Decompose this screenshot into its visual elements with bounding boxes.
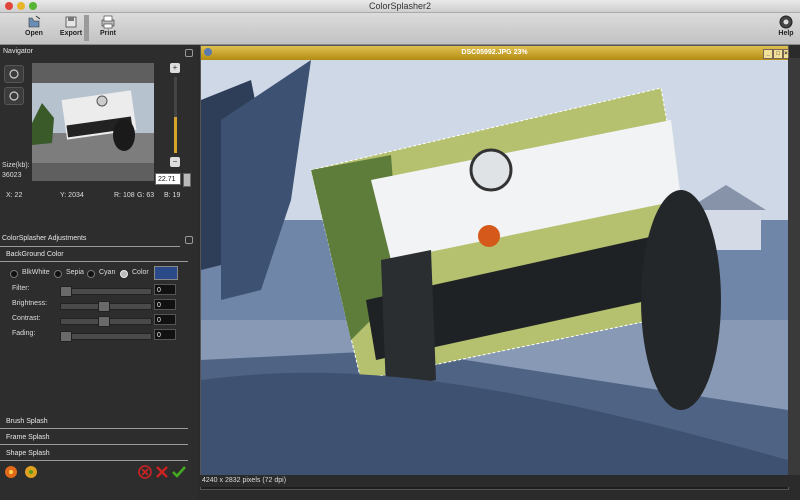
magnifier-plus-icon (9, 69, 19, 79)
adjustments-title: ColorSplasher Adjustments (2, 235, 87, 242)
left-panel: Navigator + − Size(kb): 36023 22.71 X: 2… (0, 45, 197, 500)
zoom-slider-fill (174, 117, 177, 153)
brush-tab-line (0, 428, 188, 429)
filter-value[interactable]: 0 (154, 284, 176, 295)
brightness-label: Brightness: (12, 300, 48, 307)
print-button[interactable]: Print (91, 15, 125, 37)
zoom-plus-button[interactable]: + (170, 63, 180, 73)
contrast-value[interactable]: 0 (154, 314, 176, 325)
zoom-percent-field[interactable]: 22.71 (155, 173, 181, 185)
export-label: Export (59, 30, 83, 37)
zoom-window-button[interactable] (29, 2, 37, 10)
navigator-title: Navigator (3, 48, 33, 55)
image-status-bar: 4240 x 2832 pixels (72 dpi) (200, 475, 789, 487)
navigator-thumbnail[interactable] (32, 63, 154, 181)
pixel-g: G: 63 (137, 192, 155, 199)
export-button[interactable]: Export (54, 15, 88, 37)
magnifier-minus-icon (9, 91, 19, 101)
print-label: Print (100, 30, 116, 37)
zoom-in-button[interactable] (4, 65, 24, 83)
size-label: Size(kb): (2, 162, 30, 169)
accept-check-icon[interactable] (172, 465, 186, 479)
color-swatch[interactable] (154, 266, 178, 280)
frame-tab-line (0, 444, 188, 445)
fading-value[interactable]: 0 (154, 329, 176, 340)
doc-minimize-button[interactable]: _ (763, 49, 773, 59)
filter-slider[interactable] (60, 288, 152, 295)
fading-slider-row: Fading: 0 (10, 329, 178, 342)
adjustments-detach-icon[interactable] (185, 236, 193, 244)
cancel-icon[interactable] (155, 465, 169, 479)
brightness-slider-row: Brightness: 0 (10, 299, 178, 312)
fading-label: Fading: (12, 330, 36, 337)
brightness-slider-thumb[interactable] (98, 301, 110, 312)
open-icon (28, 15, 41, 28)
navigator-preview-image (32, 83, 154, 181)
radio-cyan[interactable] (87, 270, 95, 278)
cursor-y: Y: 2034 (60, 192, 84, 199)
help-label: Help (778, 30, 794, 37)
shape-tab-line (0, 460, 188, 461)
export-dropdown[interactable] (84, 15, 89, 41)
flower-orange-icon[interactable] (4, 465, 18, 479)
cursor-x: X: 22 (6, 192, 23, 199)
close-window-button[interactable] (5, 2, 13, 10)
zoom-minus-button[interactable]: − (170, 157, 180, 167)
radio-blkwhite-label: BlkWhite (22, 269, 50, 276)
adjustments-divider (0, 246, 180, 247)
vertical-scrollbar[interactable] (788, 58, 800, 475)
window-title-bar: ColorSplasher2 (0, 0, 800, 13)
main-toolbar: Open Export Print Help (0, 13, 800, 45)
radio-blkwhite[interactable] (10, 270, 18, 278)
pixel-r: R: 108 (114, 192, 135, 199)
reset-icon[interactable] (138, 465, 152, 479)
contrast-slider-thumb[interactable] (98, 316, 110, 327)
radio-color[interactable] (120, 270, 128, 278)
size-value: 36023 (2, 172, 22, 179)
background-tab-underline (0, 261, 188, 262)
radio-color-label: Color (132, 269, 149, 276)
background-color-tab[interactable]: BackGround Color (6, 251, 64, 258)
image-document-window: DSC05992.JPG 23% _ □ × (200, 45, 789, 490)
shape-splash-tab[interactable]: Shape Splash (6, 450, 50, 457)
filter-label: Filter: (12, 285, 30, 292)
zoom-out-button[interactable] (4, 87, 24, 105)
zoom-stepper[interactable] (183, 173, 191, 187)
flower-green-icon[interactable] (24, 465, 38, 479)
doc-maximize-button[interactable]: □ (773, 49, 783, 59)
open-label: Open (25, 30, 43, 37)
contrast-label: Contrast: (12, 315, 41, 322)
filter-slider-row: Filter: 0 (10, 284, 178, 297)
filter-slider-thumb[interactable] (60, 286, 72, 297)
help-icon (779, 15, 793, 29)
fading-slider[interactable] (60, 333, 152, 340)
pixel-b: B: 19 (164, 192, 181, 199)
document-title-bar[interactable]: DSC05992.JPG 23% _ □ × (201, 46, 789, 60)
minimize-window-button[interactable] (17, 2, 25, 10)
navigator-detach-icon[interactable] (185, 49, 193, 57)
radio-cyan-label: Cyan (99, 269, 116, 276)
radio-sepia-label: Sepia (66, 269, 84, 276)
frame-splash-tab[interactable]: Frame Splash (6, 434, 50, 441)
printer-icon (101, 15, 115, 29)
document-icon (204, 48, 212, 56)
app-title: ColorSplasher2 (368, 1, 432, 11)
open-button[interactable]: Open (17, 15, 51, 37)
export-icon (65, 16, 77, 28)
help-button[interactable]: Help (769, 15, 800, 37)
brush-splash-tab[interactable]: Brush Splash (6, 418, 48, 425)
contrast-slider-row: Contrast: 0 (10, 314, 178, 327)
radio-sepia[interactable] (54, 270, 62, 278)
brightness-value[interactable]: 0 (154, 299, 176, 310)
document-title: DSC05992.JPG 23% (461, 49, 528, 56)
main-image-canvas[interactable] (201, 60, 788, 475)
fading-slider-thumb[interactable] (60, 331, 72, 342)
